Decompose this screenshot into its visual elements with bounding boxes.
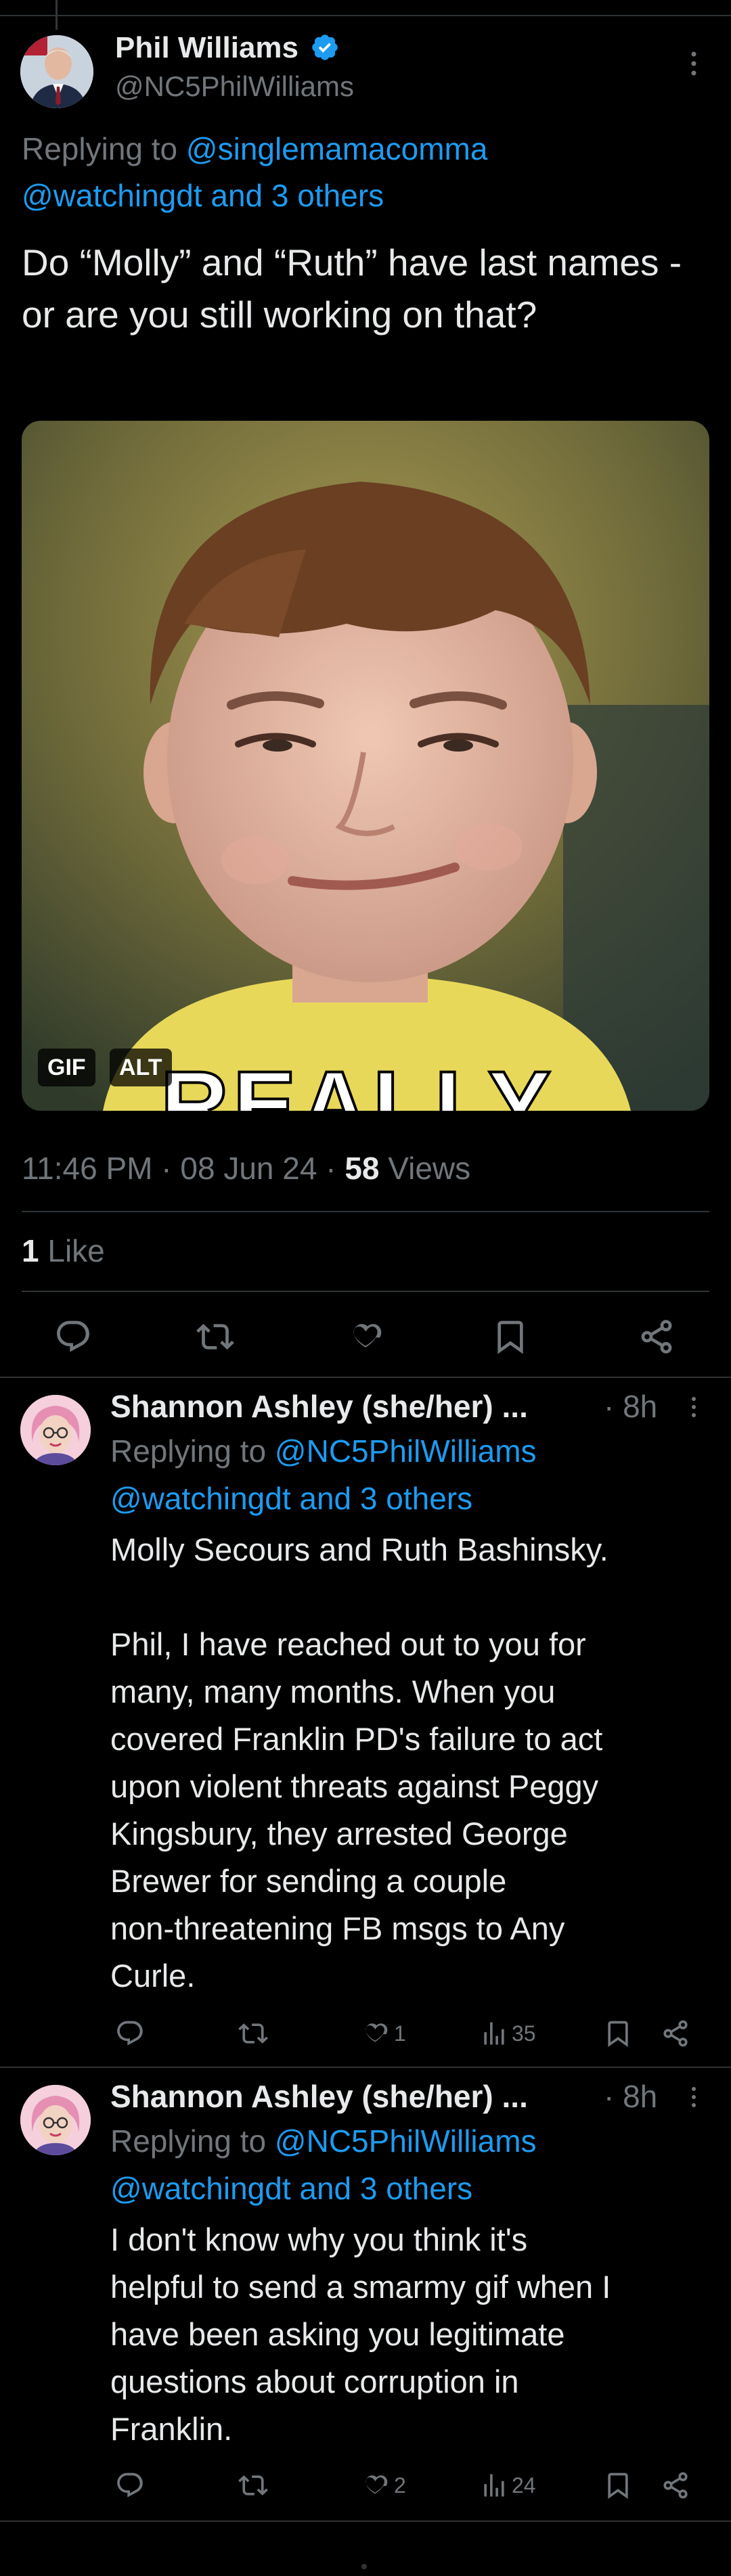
alt-badge[interactable]: ALT — [110, 1049, 172, 1086]
reply-icon[interactable] — [115, 2470, 145, 2500]
reply-text-line: helpful to send a smarmy gif when I — [110, 2269, 611, 2305]
reply-replying-others[interactable]: @watchingdt and 3 others — [110, 1480, 472, 1517]
likes-divider — [22, 1291, 709, 1292]
bookmark-icon[interactable] — [603, 2019, 633, 2048]
reply-time[interactable]: · 8h — [604, 1388, 657, 1425]
author-handle[interactable]: @NC5PhilWilliams — [115, 70, 354, 103]
tweet-date[interactable]: 08 Jun 24 — [180, 1151, 317, 1186]
retweet-icon[interactable] — [238, 2470, 268, 2500]
reply-more-icon[interactable] — [689, 2085, 699, 2109]
reply-divider — [0, 2067, 731, 2068]
reply-replying-others[interactable]: @watchingdt and 3 others — [110, 2170, 472, 2207]
like-count: 2 — [394, 2473, 406, 2498]
more-icon[interactable] — [689, 49, 699, 78]
reply-icon[interactable] — [115, 2019, 145, 2048]
meta-divider — [22, 1211, 709, 1212]
reply-replying-label: Replying to — [110, 2123, 267, 2159]
reply-avatar[interactable] — [20, 2085, 91, 2155]
reply-text-line: Franklin. — [110, 2411, 233, 2447]
reply-text: I don't know why you think it's helpful … — [110, 2216, 706, 2453]
likes-summary[interactable]: 1 Like — [22, 1233, 105, 1269]
gif-badge[interactable]: GIF — [38, 1049, 95, 1086]
reply-text-line: Molly Secours and Ruth Bashinsky. — [110, 1532, 608, 1567]
reply-text-line: non-threatening FB msgs to Any — [110, 1910, 565, 1946]
retweet-icon[interactable] — [238, 2019, 268, 2048]
reply-text-line: questions about corruption in — [110, 2364, 519, 2399]
reply-text-line: upon violent threats against Peggy — [110, 1768, 599, 1804]
likes-label: Like — [47, 1233, 105, 1268]
like-icon[interactable] — [360, 2019, 390, 2048]
reply-replying-user[interactable]: @NC5PhilWilliams — [275, 2123, 537, 2159]
views-count: 58 — [345, 1151, 380, 1186]
share-icon[interactable] — [661, 2470, 690, 2500]
views-count: 24 — [512, 2473, 536, 2498]
reply-replying-line: Replying to @NC5PhilWilliams — [110, 1433, 537, 1469]
gif-media[interactable]: REALLY GIF ALT — [22, 421, 709, 1111]
bottom-divider — [0, 2521, 731, 2522]
tweet-text: Do “Molly” and “Ruth” have last names - … — [22, 242, 682, 336]
reply-text-line: Curle. — [110, 1958, 196, 1994]
reply-text-line: Brewer for sending a couple — [110, 1863, 507, 1899]
gif-overlay-text: REALLY — [159, 1050, 556, 1111]
like-icon[interactable] — [360, 2470, 390, 2500]
tweet-meta: 11:46 PM · 08 Jun 24 · 58 Views — [22, 1151, 471, 1186]
reply-text-line: Phil, I have reached out to you for — [110, 1626, 586, 1662]
reply-text-line: have been asking you legitimate — [110, 2316, 565, 2352]
views-label: Views — [388, 1151, 471, 1186]
like-count: 1 — [394, 2021, 406, 2046]
share-icon[interactable] — [638, 1318, 675, 1356]
loading-dot — [361, 2564, 367, 2569]
reply-text-line — [110, 1573, 706, 1621]
reply-text: Molly Secours and Ruth Bashinsky. Phil, … — [110, 1526, 706, 2000]
views-icon[interactable] — [479, 2019, 509, 2048]
verified-badge-icon — [310, 32, 340, 62]
author-avatar[interactable] — [20, 35, 93, 108]
views-count: 35 — [512, 2021, 536, 2046]
retweet-icon[interactable] — [196, 1318, 234, 1356]
replying-others-link[interactable]: @watchingdt and 3 others — [22, 177, 384, 214]
replying-to-line: Replying to @singlemamacomma — [22, 131, 487, 167]
reply-replying-label: Replying to — [110, 1433, 267, 1469]
reply-text-line: covered Franklin PD's failure to act — [110, 1721, 603, 1757]
views-icon[interactable] — [479, 2470, 509, 2500]
author-name[interactable]: Phil Williams — [115, 31, 298, 65]
reply-time[interactable]: · 8h — [604, 2078, 657, 2115]
reply-icon[interactable] — [54, 1318, 92, 1356]
share-icon[interactable] — [661, 2019, 690, 2048]
section-divider — [0, 1377, 731, 1378]
reply-avatar[interactable] — [20, 1395, 91, 1465]
reply-replying-line: Replying to @NC5PhilWilliams — [110, 2123, 537, 2159]
reply-text-line: I don't know why you think it's — [110, 2222, 528, 2257]
likes-count: 1 — [22, 1233, 39, 1268]
reply-author-name[interactable]: Shannon Ashley (she/her) ... — [110, 2078, 528, 2115]
top-divider — [0, 15, 731, 16]
like-icon[interactable] — [347, 1318, 384, 1356]
reply-replying-user[interactable]: @NC5PhilWilliams — [275, 1433, 537, 1469]
reply-text-line: many, many months. When you — [110, 1674, 556, 1709]
replying-label: Replying to — [22, 131, 178, 166]
bookmark-icon[interactable] — [491, 1318, 529, 1356]
reply-author-name[interactable]: Shannon Ashley (she/her) ... — [110, 1388, 528, 1425]
reply-more-icon[interactable] — [689, 1395, 699, 1419]
reply-text-line: Kingsbury, they arrested George — [110, 1816, 568, 1852]
tweet-time[interactable]: 11:46 PM — [22, 1151, 152, 1186]
replying-user-link[interactable]: @singlemamacomma — [186, 131, 488, 166]
bookmark-icon[interactable] — [603, 2470, 633, 2500]
